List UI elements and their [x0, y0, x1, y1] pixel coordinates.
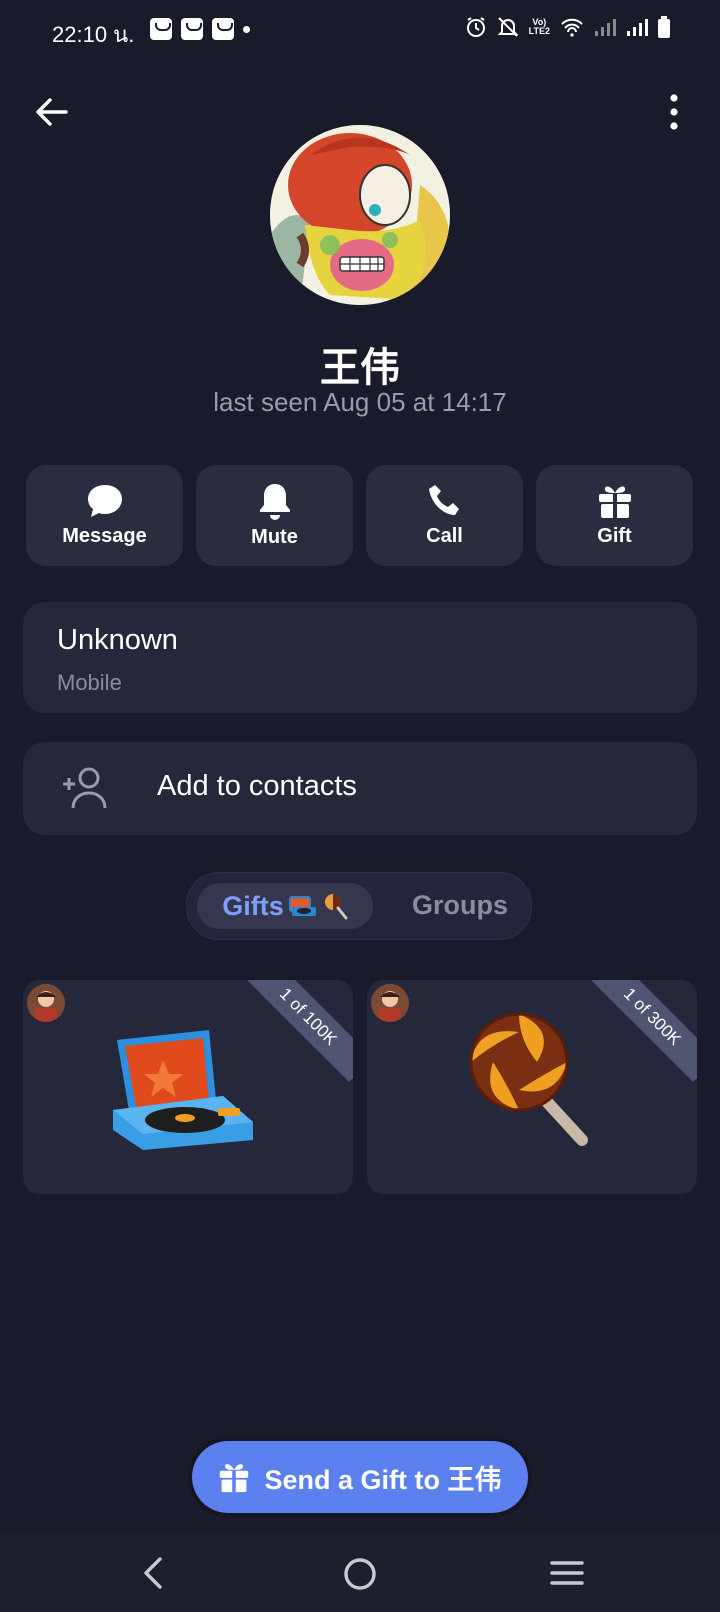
- tab-gifts[interactable]: Gifts: [197, 883, 373, 929]
- mute-button-label: Mute: [251, 526, 298, 548]
- notification-icons: [150, 18, 250, 40]
- lollipop-mini-icon: [324, 894, 348, 920]
- chat-bubble-icon: [87, 485, 122, 517]
- tab-gifts-label: Gifts: [222, 890, 284, 921]
- gift-icon: [220, 1464, 249, 1493]
- cartoon-avatar-image: [270, 125, 450, 305]
- phone-icon: [428, 485, 459, 515]
- gift-card[interactable]: 1 of 100K: [23, 980, 353, 1194]
- gift-icon: [598, 486, 631, 518]
- volte-icon: Vo) LTE2: [528, 17, 550, 36]
- phone-info-card[interactable]: Unknown Mobile: [23, 602, 697, 713]
- mute-bell-icon: [497, 17, 519, 37]
- send-gift-label: Send a Gift to 王伟: [264, 1464, 502, 1495]
- more-vertical-icon: [670, 94, 678, 130]
- system-navigation-bar: [0, 1534, 720, 1612]
- profile-name: 王伟: [320, 346, 400, 390]
- message-button[interactable]: Message: [26, 465, 183, 566]
- status-time: 22:10 น.: [52, 22, 135, 47]
- add-to-contacts-label: Add to contacts: [157, 770, 357, 802]
- alarm-icon: [466, 17, 485, 37]
- mute-button[interactable]: Mute: [196, 465, 353, 566]
- send-gift-button[interactable]: Send a Gift to 王伟: [192, 1441, 528, 1513]
- profile-avatar[interactable]: [270, 125, 450, 305]
- arrow-left-icon: [36, 98, 68, 126]
- phone-value: Unknown: [57, 624, 178, 656]
- record-player-gift-image: [113, 1030, 253, 1150]
- message-button-label: Message: [62, 525, 147, 547]
- back-button[interactable]: [30, 90, 74, 134]
- gift-card[interactable]: 1 of 300K: [367, 980, 697, 1194]
- battery-icon: [658, 16, 670, 38]
- nav-back-icon[interactable]: [140, 1556, 166, 1590]
- signal-weak-icon: [595, 19, 616, 36]
- more-notifications-dot-icon: [243, 25, 250, 33]
- add-person-icon: [63, 767, 107, 809]
- wifi-icon: [561, 18, 583, 37]
- gift-button[interactable]: Gift: [536, 465, 693, 566]
- nav-recents-icon[interactable]: [550, 1556, 584, 1590]
- action-row: Message Mute Call Gift: [26, 465, 693, 566]
- call-button[interactable]: Call: [366, 465, 523, 566]
- gift-button-label: Gift: [597, 525, 632, 547]
- call-button-label: Call: [426, 525, 463, 547]
- nav-home-icon[interactable]: [342, 1556, 378, 1592]
- more-options-button[interactable]: [664, 92, 684, 132]
- profile-tabs: Gifts Groups: [186, 872, 532, 940]
- signal-icon: [627, 19, 648, 36]
- add-to-contacts-button[interactable]: Add to contacts: [23, 742, 697, 835]
- shopping-bag-icon: [150, 18, 172, 40]
- lollipop-gift-image: [469, 1012, 588, 1146]
- shopping-bag-icon: [181, 18, 203, 40]
- last-seen-status: last seen Aug 05 at 14:17: [213, 387, 507, 417]
- record-player-mini-icon: [288, 896, 316, 916]
- system-icons: Vo) LTE2: [465, 16, 670, 38]
- tab-groups[interactable]: Groups: [412, 890, 508, 921]
- shopping-bag-icon: [212, 18, 234, 40]
- phone-label: Mobile: [57, 670, 122, 695]
- bell-icon: [259, 484, 290, 520]
- status-bar: 22:10 น. Vo) LTE2: [0, 0, 720, 60]
